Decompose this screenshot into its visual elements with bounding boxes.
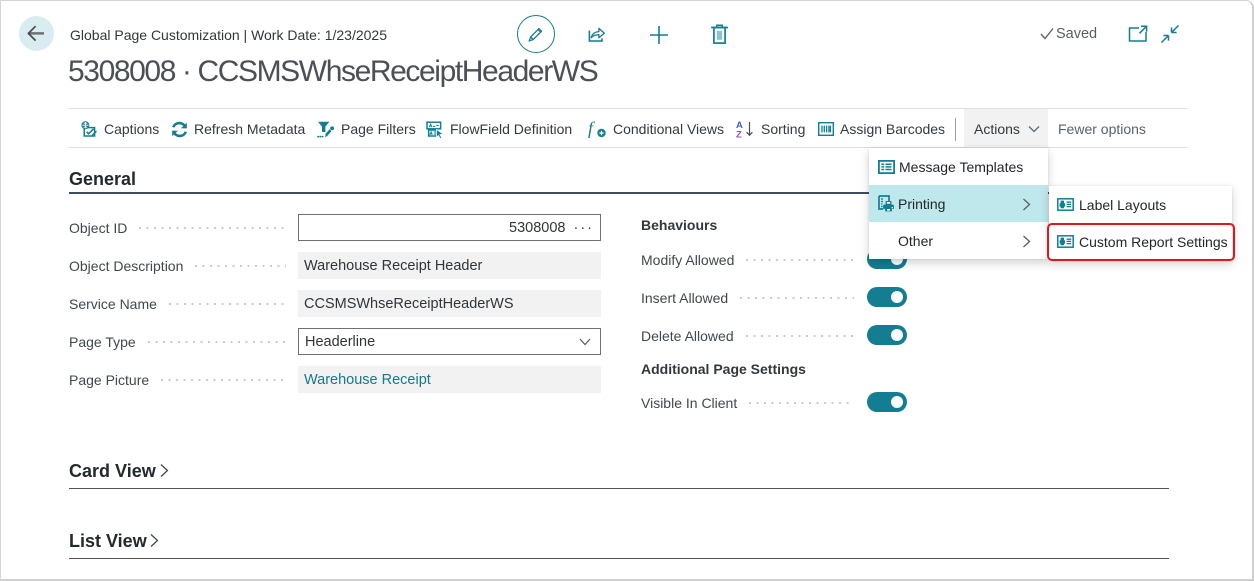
svg-text:f: f: [588, 120, 596, 138]
svg-text:Z: Z: [736, 130, 742, 139]
